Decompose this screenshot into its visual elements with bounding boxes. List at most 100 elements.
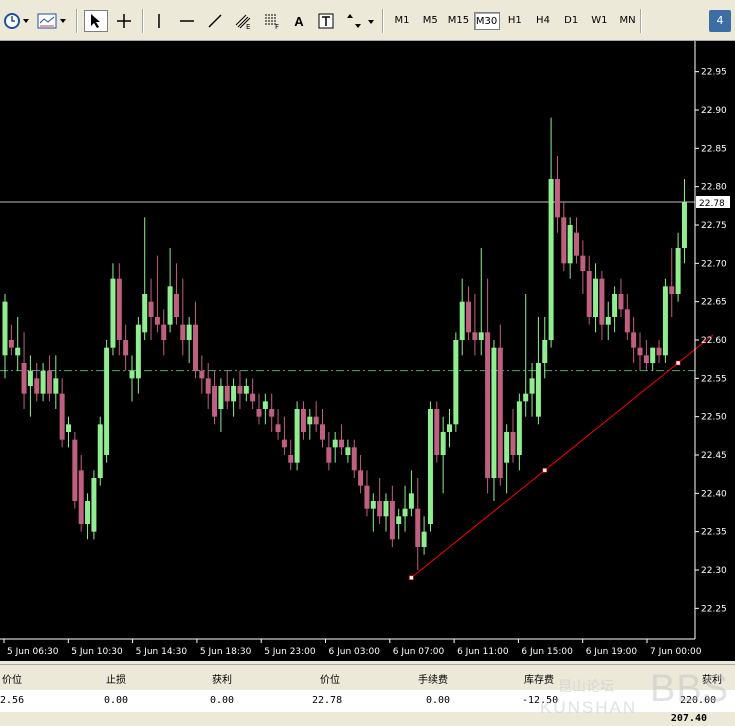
candle-body	[542, 340, 548, 363]
price-tick-label: 22.85	[701, 144, 727, 154]
time-tick-label: 6 Jun 07:00	[393, 647, 445, 657]
price-chart[interactable]: 22.95 22.90 22.85 22.80 22.75 22.70 22.65 22.60…	[0, 41, 735, 661]
candle-body	[377, 501, 383, 517]
candle-body	[281, 439, 287, 448]
candle-body	[15, 347, 21, 356]
candle	[586, 255, 592, 325]
candle	[269, 393, 275, 432]
order-take-profit: 0.00	[210, 695, 235, 706]
candle	[275, 409, 281, 440]
candle	[224, 370, 230, 409]
candle-body	[472, 332, 478, 340]
candle-body	[650, 347, 656, 363]
candle-body	[497, 347, 503, 478]
candle-body	[358, 470, 364, 486]
candle	[669, 248, 675, 317]
candle	[72, 432, 78, 509]
candle	[675, 232, 681, 302]
timeframe-w1[interactable]: W1	[586, 12, 612, 30]
cursor-icon[interactable]	[84, 10, 108, 32]
timeframe-m5[interactable]: M5	[417, 12, 443, 30]
candle	[21, 332, 27, 409]
timeframe-m30[interactable]: M30	[473, 12, 500, 30]
candle	[231, 378, 237, 417]
candle-body	[669, 286, 675, 294]
candle	[148, 278, 154, 340]
candle-body	[574, 232, 579, 256]
svg-text:F: F	[275, 23, 279, 30]
candle-body	[389, 501, 395, 540]
channel-icon[interactable]: E	[232, 10, 256, 32]
candle-body	[554, 179, 560, 218]
candle	[681, 179, 687, 264]
candle-body	[173, 294, 179, 317]
candle	[199, 355, 205, 394]
timeframe-m1[interactable]: M1	[389, 12, 415, 30]
candle-body	[624, 309, 630, 333]
candle-body	[612, 294, 618, 317]
candle	[300, 401, 306, 440]
chart-svg[interactable]: 22.95 22.90 22.85 22.80 22.75 22.70 22.65 22.60…	[0, 41, 735, 661]
candle-body	[637, 347, 643, 356]
time-tick-label: 5 Jun 06:30	[7, 647, 59, 657]
trendline-anchor	[409, 575, 414, 580]
time-tick-label: 6 Jun 11:00	[457, 647, 509, 657]
candle-body	[116, 278, 122, 340]
candle-body	[46, 370, 52, 394]
candle-body	[199, 370, 205, 379]
candle	[262, 393, 268, 425]
candle	[599, 271, 605, 340]
candle-body	[415, 508, 421, 547]
timeframe-d1[interactable]: D1	[558, 12, 584, 30]
timeframe-mn[interactable]: MN	[615, 12, 641, 30]
arrows-icon[interactable]	[344, 10, 376, 32]
templates-icon[interactable]	[36, 10, 68, 32]
candle-body	[593, 278, 599, 317]
candle-body	[364, 485, 370, 509]
candle-body	[421, 531, 427, 547]
candle-body	[256, 409, 262, 417]
candle-body	[681, 202, 687, 248]
fibonacci-icon[interactable]: F	[260, 10, 284, 32]
order-current-price: 22.78	[312, 695, 343, 706]
candle-body	[288, 455, 294, 463]
candle	[173, 263, 179, 325]
candle-body	[370, 501, 376, 509]
candle-body	[300, 409, 306, 432]
candle-body	[148, 301, 154, 317]
candle-body	[447, 424, 452, 432]
price-tick-label: 22.70	[701, 259, 727, 269]
candle-body	[104, 347, 110, 455]
candle	[567, 217, 573, 279]
candle-body	[516, 401, 522, 455]
time-tick-label: 6 Jun 03:00	[329, 647, 381, 657]
clock-icon[interactable]	[2, 10, 32, 32]
candle	[8, 324, 14, 356]
candle	[396, 508, 402, 540]
candle	[345, 439, 351, 463]
timeframe-h4[interactable]: H4	[530, 12, 556, 30]
horizontal-line-icon[interactable]	[176, 10, 198, 32]
candle	[78, 455, 84, 532]
trendline-icon[interactable]	[204, 10, 226, 32]
text-tool-icon[interactable]: A	[288, 10, 310, 32]
candle	[218, 378, 224, 432]
candle-body	[40, 370, 46, 394]
candle-body	[110, 278, 116, 348]
timeframe-m15[interactable]: M15	[445, 12, 471, 30]
text-label-icon[interactable]	[314, 10, 338, 32]
candle	[281, 416, 287, 455]
vertical-line-icon[interactable]	[148, 10, 170, 32]
timeframe-h1[interactable]: H1	[502, 12, 528, 30]
candle-body	[351, 447, 357, 471]
candle	[580, 240, 586, 294]
candle	[662, 278, 668, 363]
candle-body	[529, 378, 535, 394]
candle-body	[618, 294, 624, 310]
alerts-icon[interactable]: 4	[709, 10, 731, 32]
crosshair-icon[interactable]	[112, 10, 136, 32]
candle-body	[504, 432, 510, 463]
candle	[656, 340, 662, 363]
candle	[332, 432, 338, 463]
candle-body	[275, 424, 281, 432]
